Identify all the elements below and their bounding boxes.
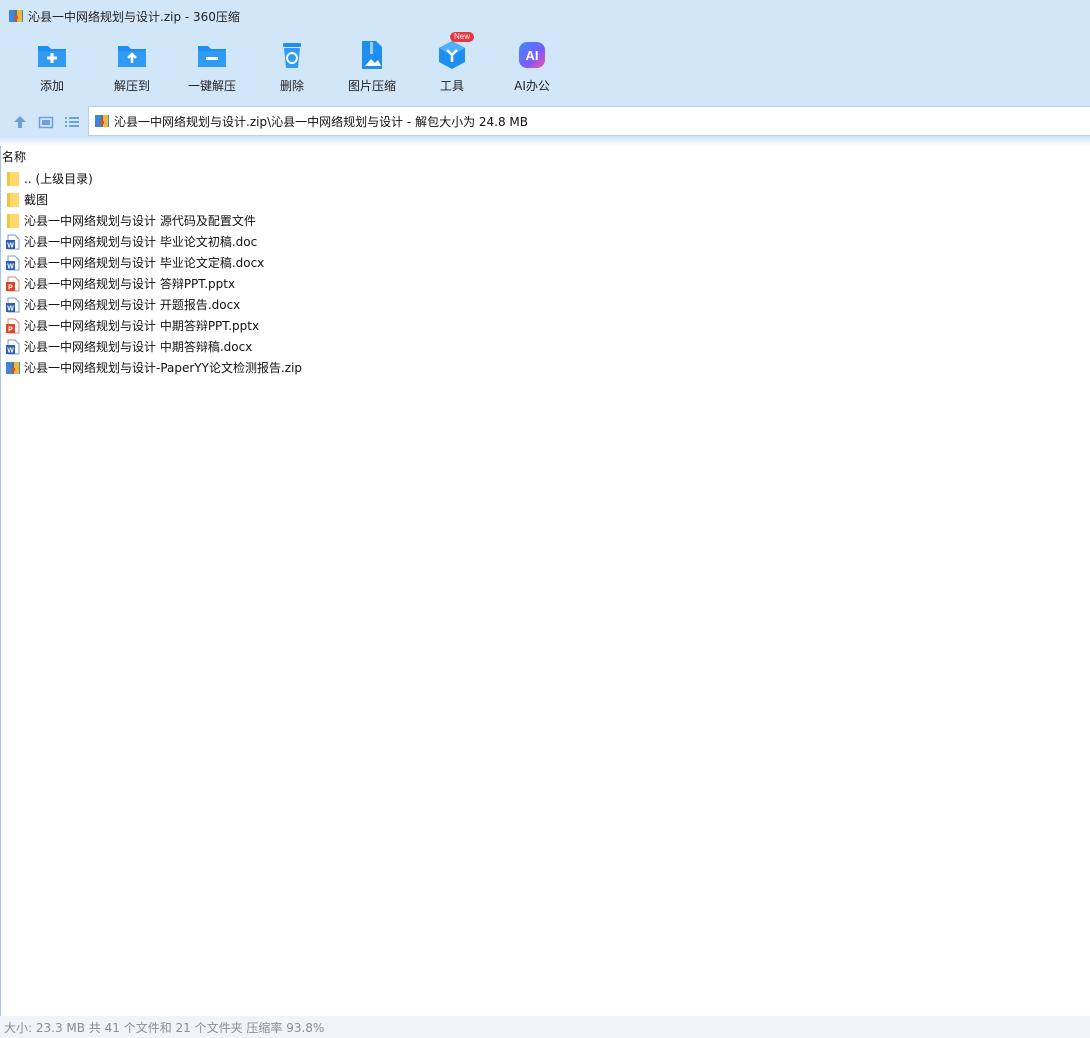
new-badge: New	[450, 32, 475, 42]
file-name: 截图	[24, 193, 49, 207]
list-item[interactable]: .. (上级目录)	[5, 168, 302, 189]
folder-icon	[7, 192, 19, 207]
zip-archive-icon	[6, 361, 20, 374]
list-item[interactable]: 沁县一中网络规划与设计-PaperYY论文检测报告.zip	[5, 357, 302, 378]
file-name: 沁县一中网络规划与设计 毕业论文定稿.docx	[24, 256, 265, 270]
recycle-bin-icon	[283, 43, 301, 68]
title-bar: 沁县一中网络规划与设计.zip - 360压缩	[0, 0, 1090, 32]
file-name: 沁县一中网络规划与设计 答辩PPT.pptx	[24, 277, 236, 291]
list-item[interactable]: W 沁县一中网络规划与设计 中期答辩稿.docx	[5, 336, 302, 357]
ai-office-label: AI办公	[514, 79, 550, 93]
folder-icon	[7, 213, 19, 228]
powerpoint-icon: P	[6, 318, 20, 333]
add-folder-icon	[38, 46, 66, 67]
file-list: 名称 .. (上级目录) 截图 沁县一中网络规划与设计 源代码及配置文件 W 沁…	[0, 146, 1090, 1016]
list-item[interactable]: 截图	[5, 189, 302, 210]
image-compress-label: 图片压缩	[347, 79, 396, 93]
folder-icon	[7, 171, 19, 186]
zip-archive-icon	[95, 115, 109, 127]
list-item[interactable]: W 沁县一中网络规划与设计 毕业论文初稿.doc	[5, 231, 302, 252]
tools-label: 工具	[439, 79, 464, 93]
ai-icon: AI	[519, 42, 545, 68]
svg-text:P: P	[8, 284, 13, 291]
ai-icon-text: AI	[526, 48, 539, 63]
add-button[interactable]: 添加	[14, 38, 90, 100]
word-docx-icon: W	[6, 297, 20, 312]
one-click-extract-button[interactable]: 一键解压	[174, 38, 250, 100]
navigation-bar: 沁县一中网络规划与设计.zip\沁县一中网络规划与设计 - 解包大小为 24.8…	[0, 106, 1090, 138]
list-item[interactable]: 沁县一中网络规划与设计 源代码及配置文件	[5, 210, 302, 231]
thumbnail-view-icon[interactable]	[38, 114, 54, 130]
image-compress-button[interactable]: 图片压缩	[334, 38, 410, 100]
powerpoint-icon: P	[6, 276, 20, 291]
tools-cube-icon	[439, 41, 465, 69]
extract-to-label: 解压到	[113, 79, 150, 93]
window-title: 沁县一中网络规划与设计.zip - 360压缩	[28, 9, 240, 24]
tools-icon-wrap: New	[435, 32, 475, 72]
word-docx-icon: W	[6, 339, 20, 354]
address-bar[interactable]: 沁县一中网络规划与设计.zip\沁县一中网络规划与设计 - 解包大小为 24.8…	[88, 106, 1090, 136]
status-text: 大小: 23.3 MB 共 41 个文件和 21 个文件夹 压缩率 93.8%	[4, 1020, 325, 1035]
list-item[interactable]: W 沁县一中网络规划与设计 开题报告.docx	[5, 294, 302, 315]
svg-text:P: P	[8, 326, 13, 333]
image-zip-icon	[362, 41, 382, 69]
word-doc-icon: W	[6, 234, 20, 249]
file-rows: .. (上级目录) 截图 沁县一中网络规划与设计 源代码及配置文件 W 沁县一中…	[5, 168, 302, 378]
file-name: 沁县一中网络规划与设计-PaperYY论文检测报告.zip	[24, 361, 303, 375]
list-item[interactable]: W 沁县一中网络规划与设计 毕业论文定稿.docx	[5, 252, 302, 273]
one-click-extract-icon	[198, 46, 226, 67]
svg-text:W: W	[7, 263, 14, 270]
zip-archive-icon	[9, 10, 23, 22]
file-name: 沁县一中网络规划与设计 源代码及配置文件	[24, 214, 256, 228]
word-docx-icon: W	[6, 255, 20, 270]
add-label: 添加	[39, 79, 64, 93]
file-name: 沁县一中网络规划与设计 毕业论文初稿.doc	[24, 235, 258, 249]
extract-folder-icon	[118, 46, 146, 67]
tools-button[interactable]: New 工具	[414, 32, 490, 100]
nav-divider	[0, 138, 1090, 146]
extract-to-button[interactable]: 解压到	[94, 38, 170, 100]
one-click-extract-label: 一键解压	[187, 79, 236, 93]
file-name: 沁县一中网络规划与设计 中期答辩PPT.pptx	[24, 319, 260, 333]
svg-text:W: W	[7, 242, 14, 249]
column-header-name[interactable]: 名称	[2, 148, 26, 165]
up-arrow-icon[interactable]	[12, 114, 28, 130]
file-name: 沁县一中网络规划与设计 开题报告.docx	[24, 298, 241, 312]
list-item[interactable]: P 沁县一中网络规划与设计 中期答辩PPT.pptx	[5, 315, 302, 336]
file-name: 沁县一中网络规划与设计 中期答辩稿.docx	[24, 340, 253, 354]
file-name: .. (上级目录)	[24, 172, 93, 186]
delete-label: 删除	[279, 79, 304, 93]
address-path: 沁县一中网络规划与设计.zip\沁县一中网络规划与设计 - 解包大小为 24.8…	[114, 114, 529, 129]
delete-button[interactable]: 删除	[254, 38, 330, 100]
status-bar: 大小: 23.3 MB 共 41 个文件和 21 个文件夹 压缩率 93.8%	[0, 1016, 1090, 1038]
ai-office-button[interactable]: AI AI办公	[494, 38, 570, 100]
list-view-icon[interactable]	[64, 114, 80, 130]
list-item[interactable]: P 沁县一中网络规划与设计 答辩PPT.pptx	[5, 273, 302, 294]
toolbar: 添加 解压到 一键解压 删除 图片压缩 New 工具 AI AI办公	[0, 32, 1090, 106]
svg-text:W: W	[7, 305, 14, 312]
svg-text:W: W	[7, 347, 14, 354]
